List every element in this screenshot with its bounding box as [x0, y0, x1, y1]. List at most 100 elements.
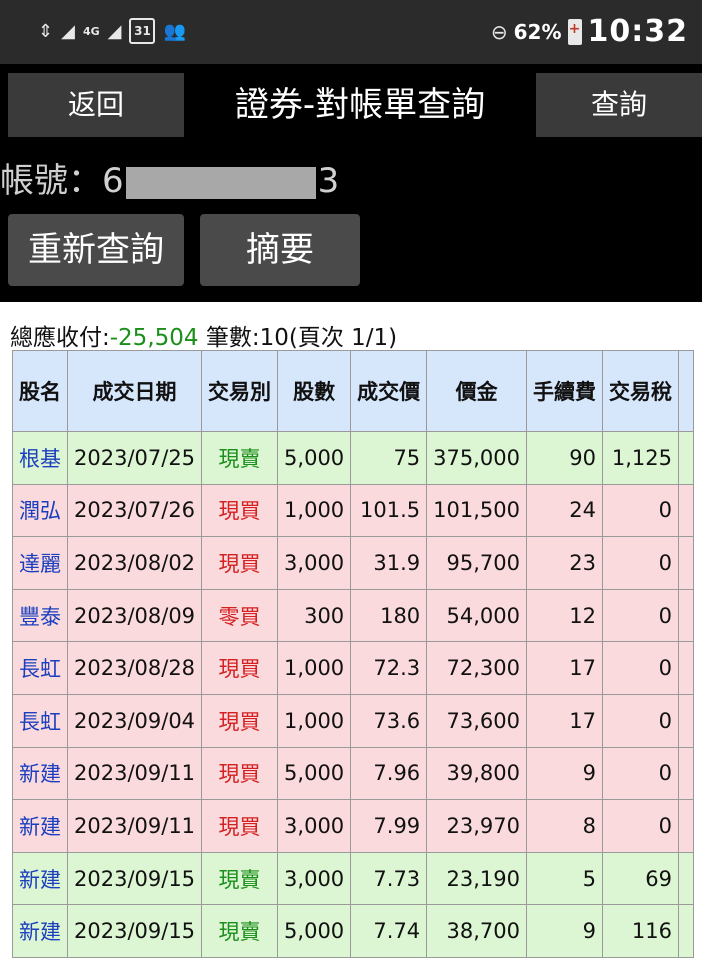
calendar-icon: 31: [129, 18, 156, 44]
cell-name: 根基: [12, 431, 68, 485]
header-col-tax: 交易稅: [602, 350, 680, 432]
cell-date: 2023/09/11: [66, 746, 203, 801]
cell-tax: 0: [602, 588, 680, 643]
table-row[interactable]: 根基 2023/07/25 現賣 5,000 75 375,000 90 1,125: [12, 431, 695, 485]
table-row[interactable]: 新建 2023/09/15 現賣 3,000 7.73 23,190 5 69: [12, 851, 695, 906]
cell-date: 2023/07/25: [66, 431, 203, 485]
clock: 10:32: [587, 14, 688, 49]
back-button[interactable]: 返回: [8, 73, 184, 137]
people-icon: 👥: [163, 20, 186, 42]
cell-name: 潤弘: [12, 483, 68, 538]
status-right: ⊖ 62% 10:32: [491, 14, 688, 49]
cell-fee: 8: [526, 799, 604, 853]
table-row[interactable]: 長虹 2023/09/04 現買 1,000 73.6 73,600 17 0: [12, 693, 695, 748]
table-row[interactable]: 達麗 2023/08/02 現買 3,000 31.9 95,700 23 0: [12, 536, 695, 590]
cell-amount: 23,190: [426, 851, 528, 906]
cell-price: 101.5: [350, 483, 428, 538]
cell-overflow: [678, 799, 695, 853]
header-col-date: 成交日期: [66, 350, 203, 432]
table-row[interactable]: 新建 2023/09/11 現買 5,000 7.96 39,800 9 0: [12, 746, 695, 801]
cell-date: 2023/08/09: [66, 588, 203, 643]
cell-shares: 1,000: [277, 693, 352, 748]
header-col-fee: 手續費: [526, 350, 604, 432]
record-count: 筆數:10(頁次 1/1): [198, 325, 398, 351]
account-label: 帳號：: [0, 161, 102, 201]
cell-overflow: [678, 588, 695, 643]
cell-fee: 5: [526, 851, 604, 906]
cell-tax: 0: [602, 536, 680, 590]
header-col-price: 成交價: [350, 350, 428, 432]
cell-type: 現賣: [201, 904, 279, 958]
total-label: 總應收付:: [10, 325, 110, 351]
cell-name: 豐泰: [12, 588, 68, 643]
summary-line: 總應收付:-25,504 筆數:10(頁次 1/1): [10, 318, 397, 352]
cell-amount: 375,000: [426, 431, 528, 485]
summary-button[interactable]: 摘要: [200, 214, 360, 286]
cell-name: 新建: [12, 799, 68, 853]
cell-tax: 0: [602, 483, 680, 538]
cell-type: 現買: [201, 483, 279, 538]
cell-tax: 0: [602, 641, 680, 695]
cell-shares: 300: [277, 588, 352, 643]
cell-date: 2023/09/11: [66, 799, 203, 853]
header-overflow-col: [678, 350, 695, 432]
cell-overflow: [678, 693, 695, 748]
table-body: 根基 2023/07/25 現賣 5,000 75 375,000 90 1,125 潤弘 202…: [12, 431, 695, 958]
cell-amount: 23,970: [426, 799, 528, 853]
trades-table: 股名 成交日期 交易別 股數 成交價 價金 手續費 交易稅 根基 2023/07/25 現賣 5,0…: [12, 350, 695, 958]
cell-shares: 5,000: [277, 431, 352, 485]
no-signal-icon: ◢: [61, 20, 75, 42]
cell-fee: 17: [526, 641, 604, 695]
cell-shares: 3,000: [277, 851, 352, 906]
cell-amount: 95,700: [426, 536, 528, 590]
do-not-disturb-icon: ⊖: [490, 19, 508, 44]
cell-price: 7.99: [350, 799, 428, 853]
header-col-name: 股名: [12, 350, 68, 432]
account-mask: [125, 166, 316, 199]
cell-date: 2023/08/02: [66, 536, 203, 590]
cell-overflow: [678, 431, 695, 485]
cell-overflow: [678, 851, 695, 906]
cell-fee: 17: [526, 693, 604, 748]
cell-shares: 3,000: [277, 799, 352, 853]
cell-date: 2023/08/28: [66, 641, 203, 695]
cell-tax: 116: [602, 904, 680, 958]
cell-date: 2023/09/15: [66, 851, 203, 906]
account-prefix: 6: [102, 161, 124, 201]
header-col-amount: 價金: [426, 350, 528, 432]
table-row[interactable]: 新建 2023/09/15 現賣 5,000 7.74 38,700 9 116: [12, 904, 695, 958]
cell-amount: 72,300: [426, 641, 528, 695]
cell-name: 新建: [12, 851, 68, 906]
cell-overflow: [678, 746, 695, 801]
table-row[interactable]: 長虹 2023/08/28 現買 1,000 72.3 72,300 17 0: [12, 641, 695, 695]
cell-tax: 0: [602, 799, 680, 853]
cell-tax: 0: [602, 746, 680, 801]
cell-name: 長虹: [12, 693, 68, 748]
battery-icon: [567, 18, 582, 45]
table-row[interactable]: 潤弘 2023/07/26 現買 1,000 101.5 101,500 24 0: [12, 483, 695, 538]
cell-fee: 12: [526, 588, 604, 643]
requery-button[interactable]: 重新查詢: [8, 214, 184, 286]
cell-amount: 38,700: [426, 904, 528, 958]
query-button[interactable]: 查詢: [536, 73, 702, 137]
cell-price: 75: [350, 431, 428, 485]
cell-fee: 24: [526, 483, 604, 538]
account-number: 帳號：6 3: [0, 158, 339, 204]
cell-type: 現買: [201, 693, 279, 748]
cell-name: 達麗: [12, 536, 68, 590]
cell-date: 2023/09/04: [66, 693, 203, 748]
top-panel: 返回 證券-對帳單查詢 查詢 帳號：6 3 重新查詢 摘要: [0, 64, 702, 302]
table-row[interactable]: 新建 2023/09/11 現買 3,000 7.99 23,970 8 0: [12, 799, 695, 853]
status-bar: ⇕ ◢ 4G ◢ 31 👥 ⊖ 62% 10:32: [0, 0, 702, 64]
cell-type: 現買: [201, 536, 279, 590]
cell-amount: 39,800: [426, 746, 528, 801]
total-value: -25,504: [109, 325, 199, 351]
cell-fee: 23: [526, 536, 604, 590]
header-col-shares: 股數: [277, 350, 352, 432]
cell-tax: 69: [602, 851, 680, 906]
cell-price: 73.6: [350, 693, 428, 748]
cell-name: 長虹: [12, 641, 68, 695]
table-row[interactable]: 豐泰 2023/08/09 零買 300 180 54,000 12 0: [12, 588, 695, 643]
cell-tax: 1,125: [602, 431, 680, 485]
cell-tax: 0: [602, 693, 680, 748]
